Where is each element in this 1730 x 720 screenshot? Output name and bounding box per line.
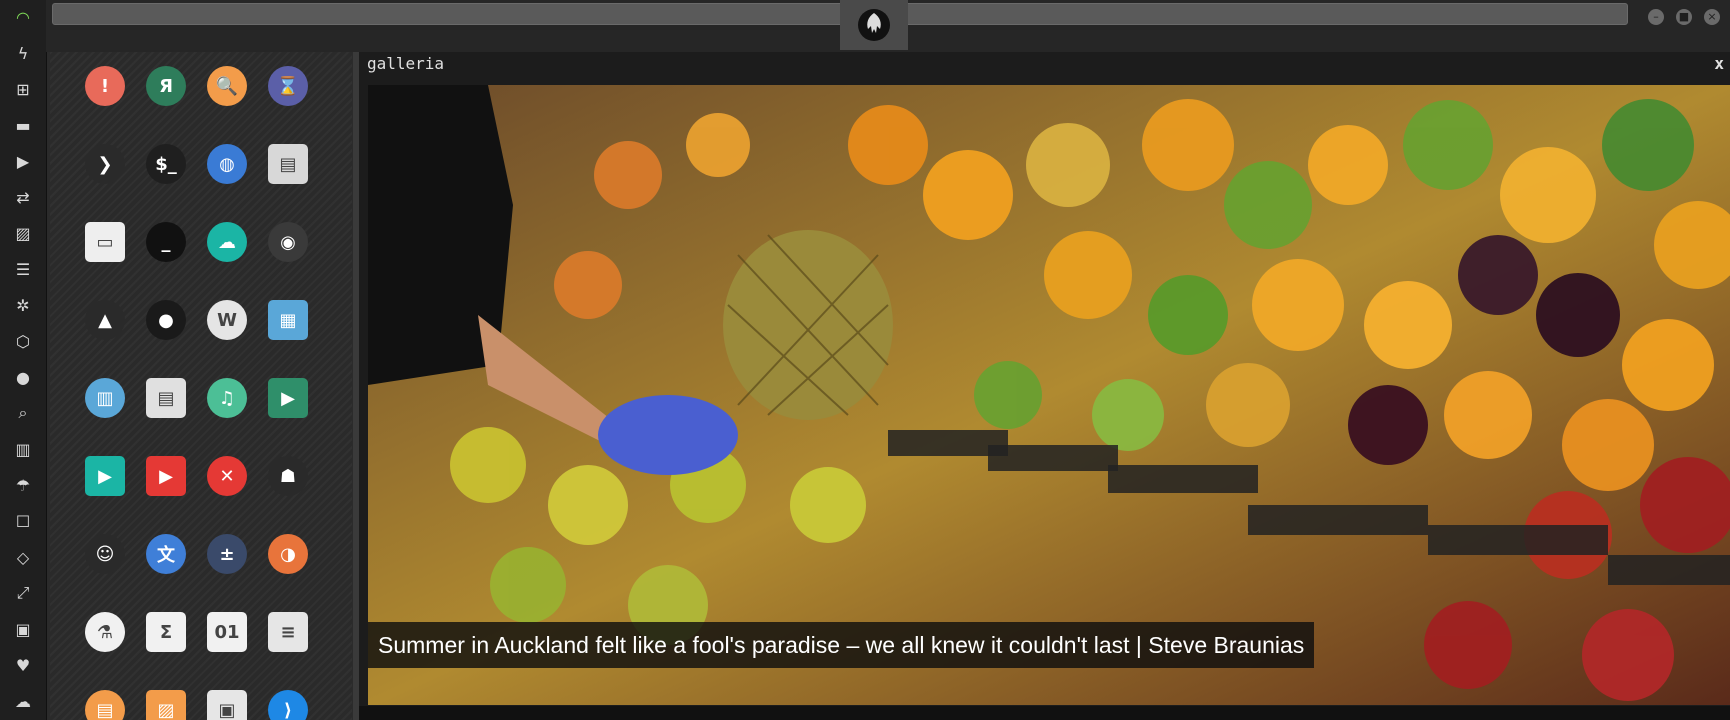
heart-icon[interactable]: ♥ (12, 654, 34, 676)
close-button[interactable]: × (1704, 9, 1720, 25)
starfleet-app[interactable]: ▲ (85, 300, 125, 340)
music-app[interactable]: ♫ (207, 378, 247, 418)
vscode-app[interactable]: ⟩ (268, 690, 308, 720)
robot-app[interactable]: ☺ (85, 534, 125, 574)
gallery-window: galleria x Summer in Auckland felt like … (359, 52, 1730, 720)
close-app[interactable]: ✕ (207, 456, 247, 496)
yandex-app[interactable]: Я (146, 66, 186, 106)
left-dock: ◠ ϟ ⊞ ▬ ▶ ⇄ ▨ ☰ ✲ ⬡ ● ⌕ ▥ ☂ ☐ ◇ ⤢ ▣ ♥ ☁ (0, 0, 47, 720)
github-app[interactable]: ◉ (268, 222, 308, 262)
maximize-button[interactable]: ■ (1676, 9, 1692, 25)
windows-icon[interactable]: ⊞ (12, 78, 34, 100)
map-icon[interactable]: ▥ (12, 438, 34, 460)
world-map-app[interactable]: ▦ (268, 300, 308, 340)
wikipedia-app[interactable]: W (207, 300, 247, 340)
settings-wheel-icon[interactable]: ✲ (12, 294, 34, 316)
image-viewer-app[interactable]: ▨ (146, 690, 186, 720)
document-app[interactable]: ▤ (85, 690, 125, 720)
death-star-app[interactable]: ● (146, 300, 186, 340)
lab-app[interactable]: ⚗ (85, 612, 125, 652)
search-icon[interactable]: ⌕ (12, 402, 34, 424)
translate-icon[interactable]: ⇄ (12, 186, 34, 208)
file-manager-app[interactable]: ▤ (268, 144, 308, 184)
photos-app[interactable]: ◑ (268, 534, 308, 574)
presentation-app[interactable]: ▣ (207, 690, 247, 720)
umbrella-icon[interactable]: ☂ (12, 474, 34, 496)
youtube-icon[interactable]: ▣ (12, 618, 34, 640)
ironman-app[interactable]: ☗ (268, 456, 308, 496)
image-icon[interactable]: ▨ (12, 222, 34, 244)
expand-icon[interactable]: ⤢ (12, 582, 34, 604)
minimize-button[interactable]: – (1648, 9, 1664, 25)
photo-caption: Summer in Auckland felt like a fool's pa… (368, 622, 1315, 668)
bolt-icon[interactable]: ϟ (12, 42, 34, 64)
wifi-icon[interactable]: ◠ (12, 6, 34, 28)
translate-app[interactable]: 文 (146, 534, 186, 574)
books-app[interactable]: ▥ (85, 378, 125, 418)
hourglass-app[interactable]: ⌛ (268, 66, 308, 106)
text-editor-app[interactable]: ≡ (268, 612, 308, 652)
gallery-title: galleria (367, 54, 445, 73)
hexagon-icon[interactable]: ⬡ (12, 330, 34, 352)
emblem-tab[interactable] (840, 0, 908, 50)
news-icon[interactable]: ☰ (12, 258, 34, 280)
calculator-app[interactable]: ± (207, 534, 247, 574)
search-app[interactable]: 🔍 (207, 66, 247, 106)
archive-icon[interactable]: ▬ (12, 114, 34, 136)
sigma-app[interactable]: Σ (146, 612, 186, 652)
underscore-app[interactable]: _ (146, 222, 186, 262)
globe-icon[interactable]: ● (12, 366, 34, 388)
terminal-arrow-app[interactable]: ❯ (85, 144, 125, 184)
web-browser-app[interactable]: ◍ (207, 144, 247, 184)
bottom-bar (359, 706, 1730, 720)
shell-app[interactable]: $_ (146, 144, 186, 184)
notes-app[interactable]: ▤ (146, 378, 186, 418)
cloud-lock-app[interactable]: ☁ (207, 222, 247, 262)
play-icon[interactable]: ▶ (12, 150, 34, 172)
fruit-market-image (368, 85, 1730, 705)
binary-app[interactable]: 01 (207, 612, 247, 652)
window-app[interactable]: ▭ (85, 222, 125, 262)
code-icon[interactable]: ◇ (12, 546, 34, 568)
warning-app[interactable]: ! (85, 66, 125, 106)
cloud-icon[interactable]: ☁ (12, 690, 34, 712)
video-app[interactable]: ▶ (268, 378, 308, 418)
gallery-close-button[interactable]: x (1714, 54, 1724, 73)
youtube-app[interactable]: ▶ (146, 456, 186, 496)
contact-icon[interactable]: ☐ (12, 510, 34, 532)
gallery-photo[interactable] (368, 85, 1730, 705)
top-bar: – ■ × (46, 0, 1730, 52)
app-launcher-grid: ! Я 🔍 ⌛ ❯ $_ ◍ ▤ ▭ _ ☁ ◉ ▲ ● W ▦ ▥ ▤ ♫ ▶ ▶ ▶ ✕ ☗ ☺ 文 ± ◑ ⚗ Σ 01 ≡ ▤ ▨ ▣ ⟩ (50, 52, 352, 720)
player-app[interactable]: ▶ (85, 456, 125, 496)
rebel-alliance-icon (858, 9, 890, 41)
